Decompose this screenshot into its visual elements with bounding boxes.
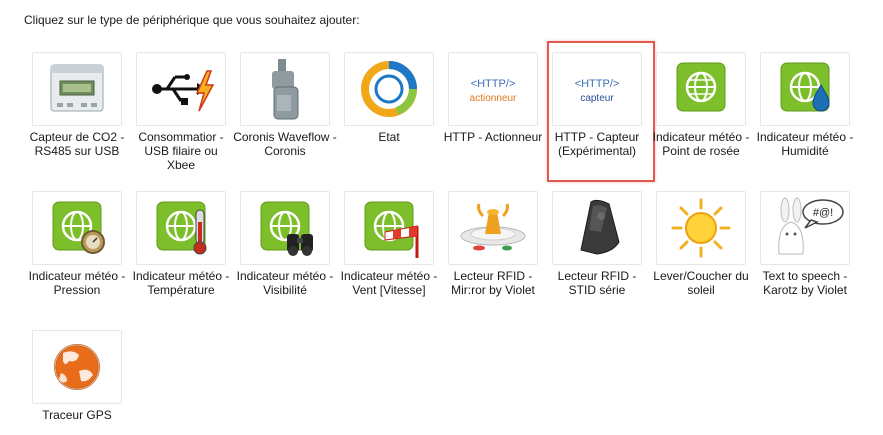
- usb-power-icon: [152, 70, 215, 112]
- device-tile-http-sensor[interactable]: <HTTP/> capteur HTTP - Capteur (Expérime…: [545, 52, 649, 158]
- device-label: HTTP - Capteur (Expérimental): [554, 130, 640, 158]
- device-tile-weather-visibility[interactable]: Indicateur météo - Visibilité: [233, 191, 337, 297]
- device-icon-box[interactable]: [32, 330, 122, 404]
- device-tile-http-actuator[interactable]: <HTTP/> actionneur HTTP - Actionneur: [441, 52, 545, 144]
- device-label: Indicateur météo - Vent [Vitesse]: [340, 269, 438, 297]
- http-sensor-icon: <HTTP/> capteur: [575, 78, 620, 104]
- device-tile-mirror-rfid[interactable]: Lecteur RFID - Mir:ror by Violet: [441, 191, 545, 297]
- device-icon-box[interactable]: [448, 191, 538, 265]
- device-tile-stid-rfid[interactable]: Lecteur RFID - STID série: [545, 191, 649, 297]
- device-icon-box[interactable]: [656, 191, 746, 265]
- device-icon-box[interactable]: <HTTP/> actionneur: [448, 52, 538, 126]
- device-label: Capteur de CO2 - RS485 sur USB: [29, 130, 125, 158]
- gps-globe-icon: [54, 344, 100, 390]
- device-icon-box[interactable]: [240, 191, 330, 265]
- device-label: Text to speech - Karotz by Violet: [762, 269, 848, 297]
- device-label: Indicateur météo - Point de rosée: [652, 130, 750, 158]
- weather-globe-icon: [676, 62, 726, 112]
- device-icon-box[interactable]: [136, 52, 226, 126]
- svg-text:actionneur: actionneur: [470, 93, 517, 104]
- device-label: Indicateur météo - Pression: [28, 269, 126, 297]
- device-tile-karotz-tts[interactable]: #@! Text to speech - Karotz by Violet: [753, 191, 857, 297]
- device-icon-box[interactable]: [240, 52, 330, 126]
- device-icon-box[interactable]: [32, 52, 122, 126]
- device-icon-box[interactable]: [32, 191, 122, 265]
- device-label: Indicateur météo - Humidité: [756, 130, 854, 158]
- svg-text:#@!: #@!: [813, 207, 833, 219]
- device-tile-weather-humidity[interactable]: Indicateur météo - Humidité: [753, 52, 857, 158]
- device-tile-coronis-waveflow[interactable]: Coronis Waveflow - Coronis: [233, 52, 337, 158]
- device-tile-weather-pressure[interactable]: Indicateur météo - Pression: [25, 191, 129, 297]
- device-icon-box[interactable]: [136, 191, 226, 265]
- mirror-rfid-icon: [460, 203, 526, 251]
- device-icon-box[interactable]: #@!: [760, 191, 850, 265]
- device-icon-box[interactable]: <HTTP/> capteur: [552, 52, 642, 126]
- device-tile-state[interactable]: Etat: [337, 52, 441, 144]
- device-tile-weather-dew-point[interactable]: Indicateur météo - Point de rosée: [649, 52, 753, 158]
- page-prompt: Cliquez sur le type de périphérique que …: [24, 13, 360, 27]
- svg-text:<HTTP/>: <HTTP/>: [471, 78, 516, 90]
- device-label: Etat: [378, 130, 400, 144]
- weather-pressure-icon: [52, 201, 105, 254]
- device-label: Consommatior - USB filaire ou Xbee: [138, 130, 224, 172]
- device-label: Indicateur météo - Visibilité: [236, 269, 334, 297]
- waveflow-device-icon: [272, 59, 299, 120]
- device-label: Lecteur RFID - Mir:ror by Violet: [451, 269, 535, 297]
- svg-text:capteur: capteur: [580, 93, 614, 104]
- device-tile-weather-temperature[interactable]: Indicateur météo - Température: [129, 191, 233, 297]
- weather-visibility-icon: [260, 201, 313, 256]
- device-icon-box[interactable]: [656, 52, 746, 126]
- weather-humidity-icon: [780, 62, 830, 112]
- state-ring-icon: [361, 61, 417, 117]
- sun-icon: [671, 198, 731, 258]
- device-icon-box[interactable]: [344, 191, 434, 265]
- http-actuator-icon: <HTTP/> actionneur: [470, 78, 517, 104]
- device-label: HTTP - Actionneur: [443, 130, 543, 144]
- device-tile-gps-tracker[interactable]: Traceur GPS: [25, 330, 129, 422]
- device-label: Lecteur RFID - STID série: [557, 269, 637, 297]
- device-icon-box[interactable]: [760, 52, 850, 126]
- device-icon-box[interactable]: [344, 52, 434, 126]
- karotz-rabbit-icon: #@!: [778, 197, 844, 255]
- svg-text:<HTTP/>: <HTTP/>: [575, 78, 620, 90]
- device-label: Lever/Coucher du soleil: [653, 269, 749, 297]
- device-tile-co2-sensor[interactable]: Capteur de CO2 - RS485 sur USB: [25, 52, 129, 158]
- device-label: Indicateur météo - Température: [132, 269, 230, 297]
- co2-sensor-icon: [50, 64, 104, 112]
- device-tile-weather-wind[interactable]: Indicateur météo - Vent [Vitesse]: [337, 191, 441, 297]
- device-icon-box[interactable]: [552, 191, 642, 265]
- device-label: Traceur GPS: [42, 408, 112, 422]
- device-tile-sunrise-sunset[interactable]: Lever/Coucher du soleil: [649, 191, 753, 297]
- device-tile-power-consumption[interactable]: Consommatior - USB filaire ou Xbee: [129, 52, 233, 172]
- stid-rfid-icon: [580, 199, 620, 255]
- device-label: Coronis Waveflow - Coronis: [233, 130, 337, 158]
- weather-temperature-icon: [156, 201, 207, 255]
- weather-wind-icon: [364, 201, 419, 258]
